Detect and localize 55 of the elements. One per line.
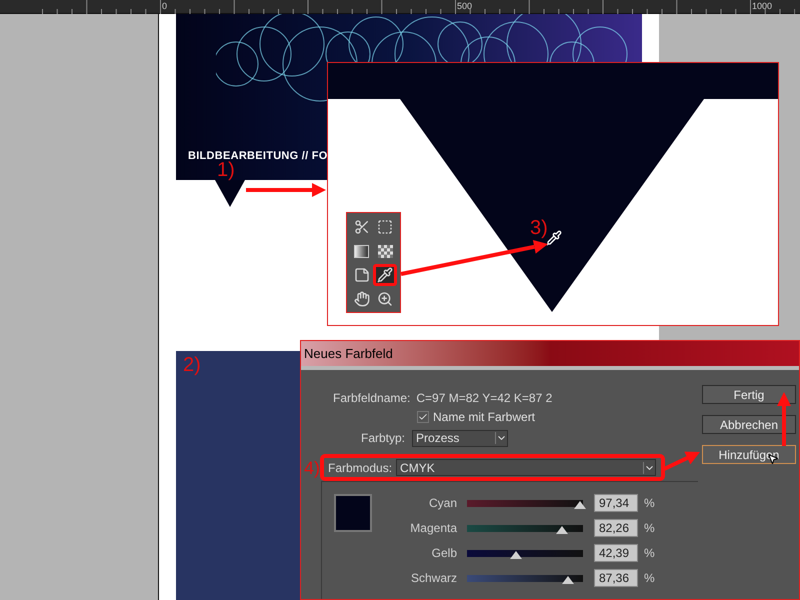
slider-thumb[interactable]	[510, 550, 522, 558]
ruler-label: 500	[457, 0, 472, 12]
dialog-button[interactable]: Fertig	[702, 385, 796, 404]
step-label: 3)	[530, 218, 548, 238]
channel-label: Gelb	[430, 545, 458, 562]
percent-unit: %	[644, 520, 655, 537]
channel-label: Magenta	[409, 520, 458, 537]
channel-value-field[interactable]: 87,36	[594, 569, 638, 587]
banner-title: BILDBEARBEITUNG // FO	[188, 148, 329, 162]
color-mode-label: Farbmodus:	[328, 460, 392, 476]
dashed-selection-icon	[377, 219, 394, 235]
step-label: 4)	[304, 458, 320, 476]
gradient-swatch-icon	[354, 244, 370, 258]
checkbox[interactable]	[417, 411, 429, 423]
channel-label: Schwarz	[410, 570, 458, 587]
checkbox-label: Name mit Farbwert	[433, 409, 536, 426]
zoom-icon	[377, 291, 394, 307]
note-icon	[354, 267, 370, 283]
channel-slider[interactable]	[467, 550, 583, 556]
channel-slider[interactable]	[467, 500, 583, 506]
color-type-label: Farbtyp:	[361, 430, 406, 447]
channel-value-field[interactable]: 42,39	[594, 544, 638, 562]
dialog-title: Neues Farbfeld	[304, 344, 393, 363]
step-label: 2)	[183, 354, 201, 376]
percent-unit: %	[644, 570, 655, 587]
channel-slider[interactable]	[467, 574, 583, 582]
eyedropper-cursor-icon	[546, 230, 562, 246]
dialog-button[interactable]: Hinzufügen	[702, 445, 796, 464]
percent-unit: %	[644, 545, 655, 562]
ruler-label: 1000	[752, 0, 772, 12]
color-type-select[interactable]: Prozess	[412, 430, 508, 446]
dialog-button[interactable]: Abbrechen	[702, 415, 796, 434]
eyedropper-icon	[377, 267, 394, 283]
arrow	[777, 392, 791, 446]
hand-icon	[354, 291, 370, 307]
slider-thumb[interactable]	[574, 500, 586, 508]
swatch-name-label: Farbfeldname:	[333, 390, 410, 407]
percent-unit: %	[644, 495, 655, 512]
channel-slider[interactable]	[467, 524, 583, 532]
ruler-label: 0	[162, 0, 168, 12]
channel-value-field[interactable]: 82,26	[594, 519, 638, 537]
swatch-name-value: C=97 M=82 Y=42 K=87 2	[416, 390, 552, 407]
checkerboard-icon	[378, 244, 393, 258]
step-label: 1)	[217, 160, 235, 180]
slider-thumb[interactable]	[556, 526, 568, 534]
channel-value-field[interactable]: 97,34	[594, 494, 638, 512]
tool-button[interactable]	[373, 264, 398, 286]
slider-thumb[interactable]	[562, 576, 574, 584]
dropdown-arrow-icon	[495, 432, 508, 444]
banner-pointer	[215, 180, 245, 207]
color-mode-select[interactable]: CMYK	[396, 459, 656, 476]
color-swatch	[334, 494, 372, 532]
dropdown-arrow-icon	[643, 462, 655, 474]
scissors-icon	[354, 219, 370, 235]
channel-label: Cyan	[428, 495, 458, 512]
